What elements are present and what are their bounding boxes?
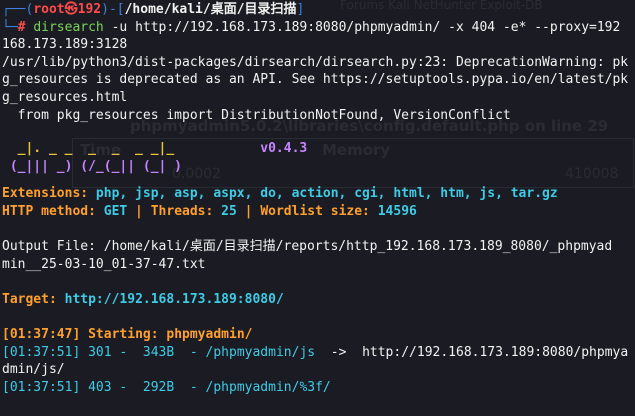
- warning-line-4: from pkg_resources import DistributionNo…: [2, 107, 511, 123]
- prompt-host: 192: [77, 2, 102, 17]
- http-config-line: HTTP method: GET | Threads: 25 | Wordlis…: [2, 203, 417, 219]
- skull-icon: ㉿: [64, 2, 78, 17]
- prompt-path: /home/kali/桌面/目录扫描: [124, 2, 297, 17]
- starting-line: [01:37:47] Starting: phpmyadmin/: [2, 327, 253, 343]
- warning-line-3: g_resources.html: [2, 89, 128, 105]
- extensions-line: Extensions: php, jsp, asp, aspx, do, act…: [2, 186, 558, 202]
- banner-version: v0.4.3: [260, 141, 308, 157]
- target-line: Target: http://192.168.173.189:8080/: [2, 291, 284, 307]
- warning-line-1: /usr/lib/python3/dist-packages/dirsearch…: [2, 54, 629, 70]
- warning-line-2: g_resources is deprecated as an API. See…: [2, 72, 629, 88]
- command-name: dirsearch: [33, 19, 104, 35]
- banner-line-1: _|. _ _ _ _ _ _|_ v0.4.3: [2, 141, 308, 157]
- result-row: [01:37:51] 301 - 343B - /phpmyadmin/js -…: [2, 344, 629, 360]
- prompt-user: root: [33, 2, 65, 17]
- output-file-line-2: min__25-03-10_01-37-47.txt: [2, 256, 206, 272]
- output-file-line-1: Output File: /home/kali/桌面/目录扫描/reports/…: [2, 239, 613, 255]
- command-args: -u http://192.168.173.189:8080/phpmyadmi…: [103, 19, 621, 35]
- prompt-header: ┌──(root㉿192)-[/home/kali/桌面/目录扫描]: [2, 2, 305, 17]
- result-row-wrap: dmin/js/: [2, 362, 65, 378]
- terminal-output[interactable]: ┌──(root㉿192)-[/home/kali/桌面/目录扫描] └─# d…: [2, 1, 635, 396]
- result-row: [01:37:51] 403 - 292B - /phpmyadmin/%3f/: [2, 379, 331, 395]
- banner-line-2: (_||| _) (/_(_|| (_| ): [2, 158, 183, 174]
- command-line: └─# dirsearch -u http://192.168.173.189:…: [2, 19, 621, 35]
- command-wrap: 168.173.189:3128: [2, 37, 128, 53]
